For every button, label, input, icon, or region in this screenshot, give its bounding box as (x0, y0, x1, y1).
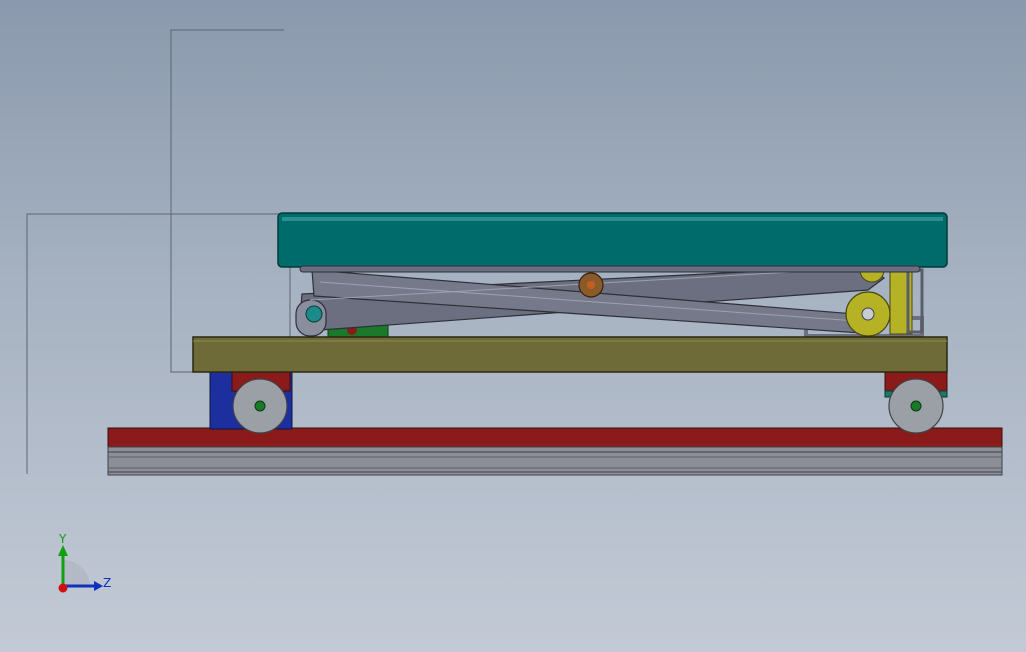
base-frame[interactable] (192, 336, 948, 373)
x-axis-dot (58, 583, 68, 593)
rail[interactable] (107, 427, 1003, 476)
cad-viewport[interactable]: Y Z (0, 0, 1026, 652)
right-wheel-assembly[interactable] (884, 371, 948, 434)
table-top[interactable] (277, 212, 948, 273)
axis-triad (58, 545, 103, 593)
scissor-lift-cart-model[interactable] (0, 0, 1026, 652)
y-axis-label: Y (59, 532, 67, 546)
left-wheel-assembly[interactable] (209, 371, 293, 434)
pivot-pin-left (305, 305, 323, 323)
scissor-arms[interactable] (295, 265, 886, 337)
z-axis-label: Z (103, 576, 112, 590)
